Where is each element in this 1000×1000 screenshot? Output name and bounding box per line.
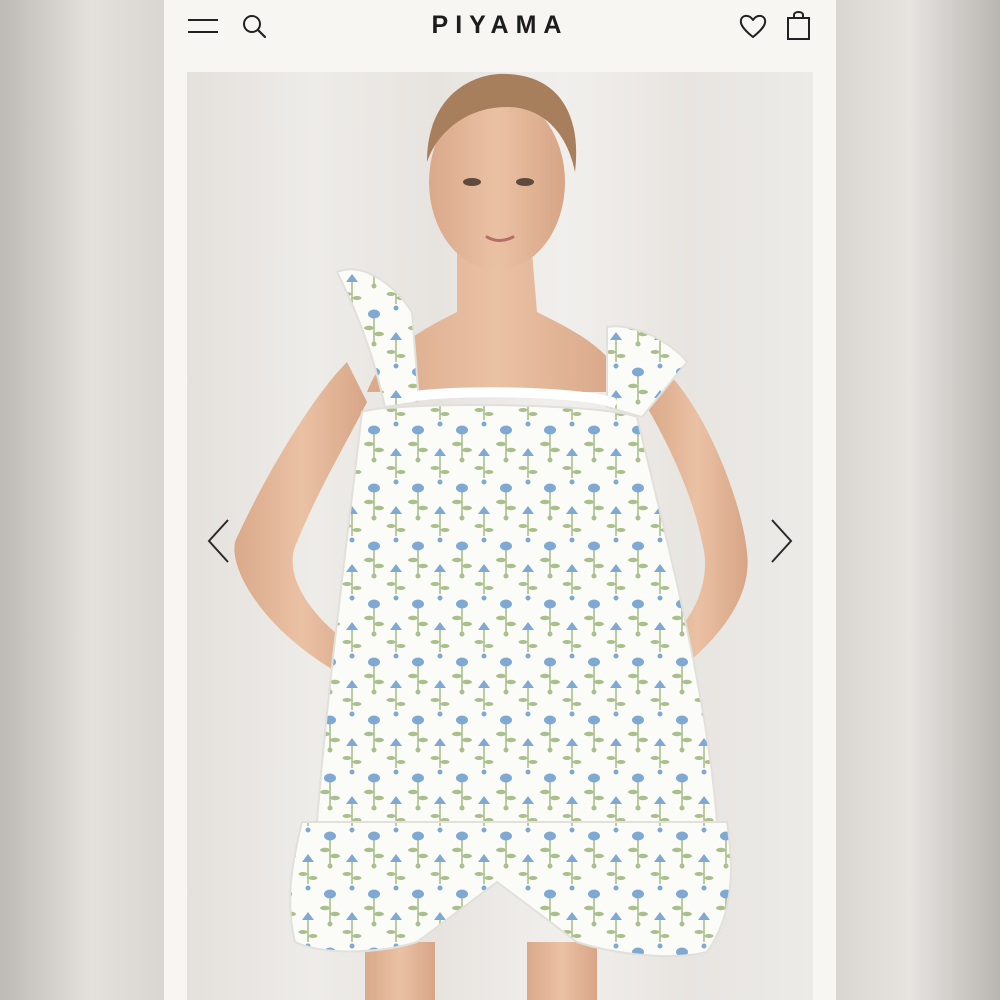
top-navigation-bar: PIYAMA (164, 0, 836, 60)
chevron-right-icon[interactable] (766, 516, 796, 566)
brand-logo[interactable]: PIYAMA (164, 10, 836, 40)
right-blurred-backdrop (836, 0, 1000, 1000)
product-photo[interactable] (187, 72, 813, 1000)
left-blurred-backdrop (0, 0, 164, 1000)
shopping-bag-icon[interactable] (784, 8, 814, 42)
product-photo-illustration (187, 72, 813, 1000)
phone-screen: PIYAMA (164, 0, 836, 1000)
chevron-left-icon[interactable] (204, 516, 234, 566)
heart-icon[interactable] (737, 11, 769, 41)
